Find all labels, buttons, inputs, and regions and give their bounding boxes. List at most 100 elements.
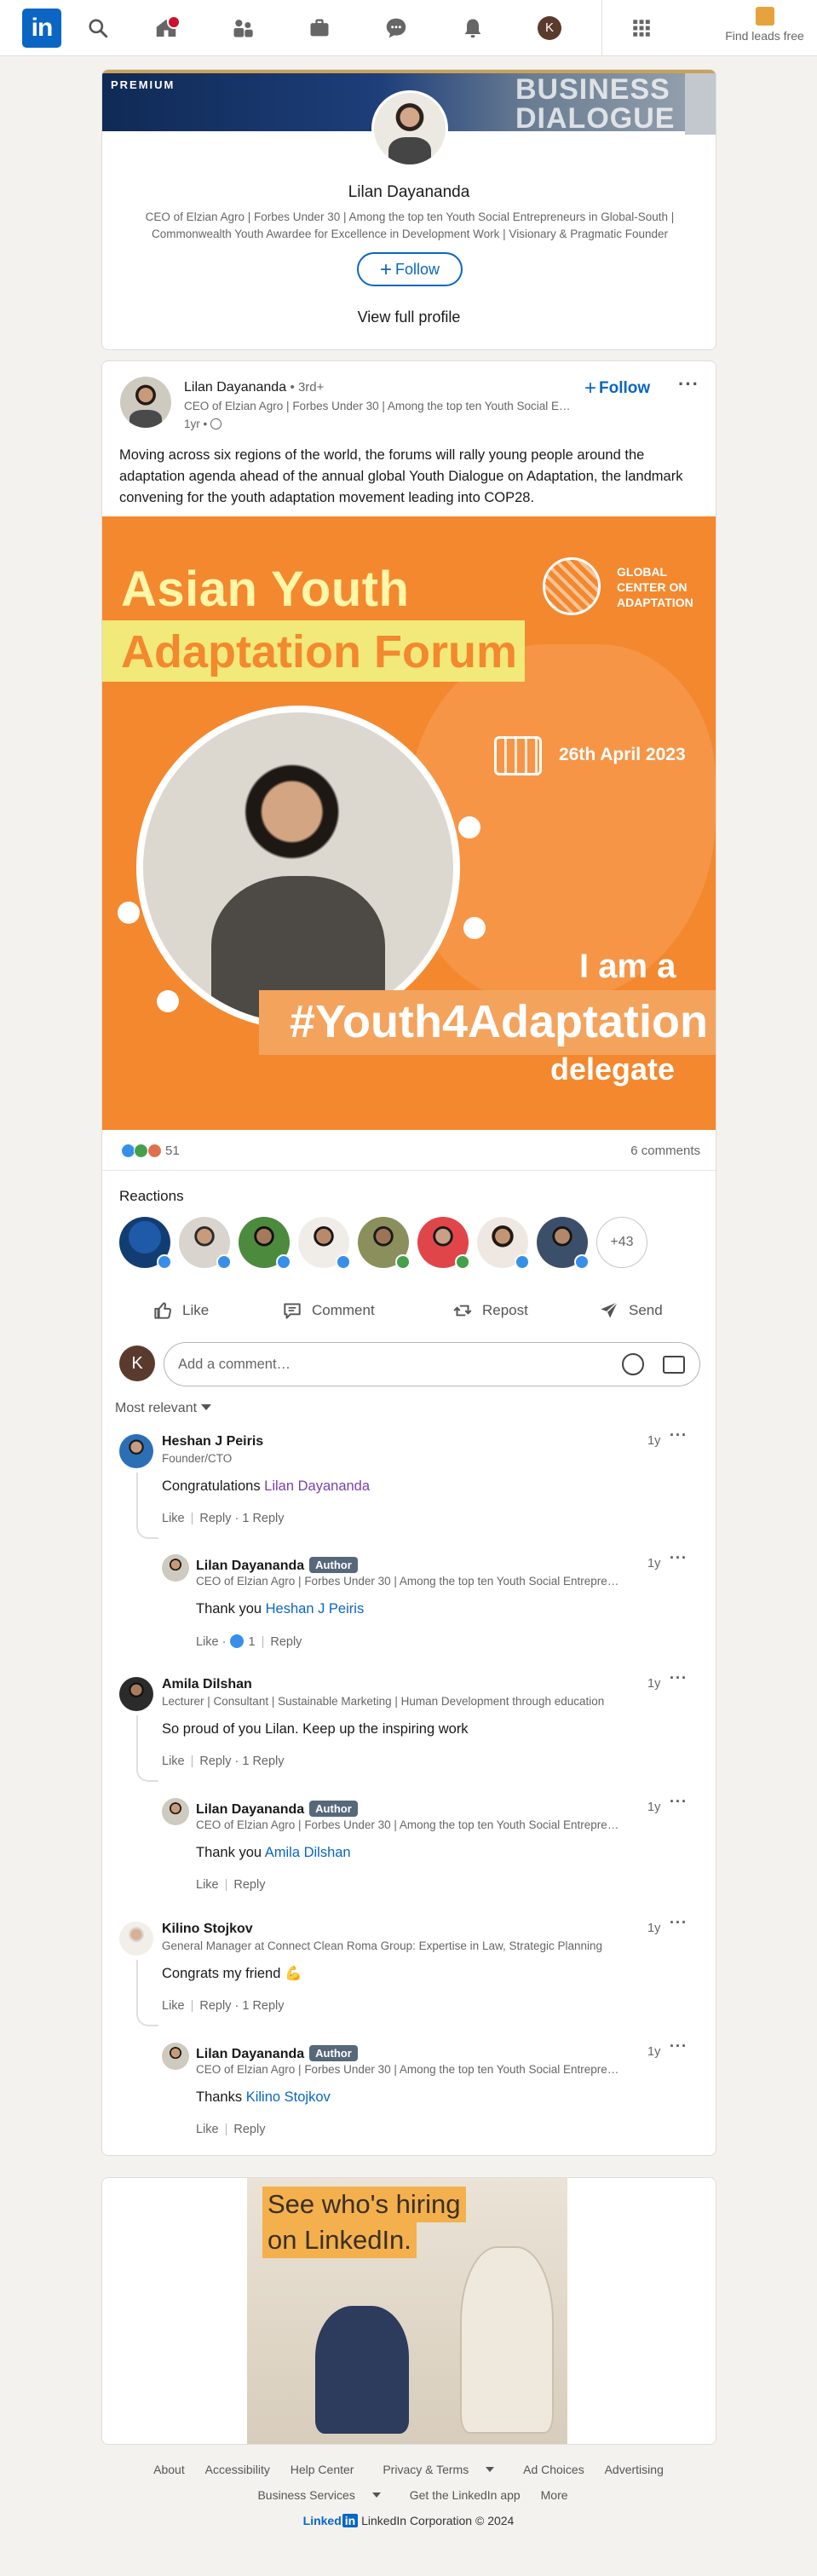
emoji-icon[interactable]	[622, 1353, 644, 1375]
reply-more-icon[interactable]: ···	[670, 1793, 688, 1811]
search-icon[interactable]	[83, 14, 112, 43]
comment-reply-button[interactable]: Reply	[199, 1999, 231, 2013]
footer-link-accessibility[interactable]: Accessibility	[205, 2463, 270, 2476]
sort-label: Most relevant	[115, 1401, 198, 1415]
home-icon[interactable]	[152, 14, 181, 43]
footer-link-ad-choices[interactable]: Ad Choices	[523, 2463, 584, 2476]
footer-link-about[interactable]: About	[153, 2463, 185, 2476]
post-author-avatar[interactable]	[120, 377, 171, 428]
send-button[interactable]: Send	[598, 1295, 663, 1326]
comment-more-icon[interactable]: ···	[670, 1669, 688, 1687]
comment-replies-count[interactable]: · 1 Reply	[235, 1512, 285, 1525]
comments-count[interactable]: 6 comments	[630, 1144, 700, 1158]
like-label: Like	[182, 1302, 210, 1318]
reply-like-button[interactable]: Like	[196, 1878, 219, 1892]
footer-link-help-center[interactable]: Help Center	[291, 2463, 354, 2476]
comment-replies-count[interactable]: · 1 Reply	[235, 1755, 285, 1768]
reply-mention[interactable]: Amila Dilshan	[265, 1845, 351, 1860]
post-follow-button[interactable]: + Follow	[584, 377, 650, 401]
reply-text-body: Thank you	[196, 1845, 265, 1860]
comment-reply-button[interactable]: Reply	[199, 1755, 231, 1768]
connection-degree: • 3rd+	[290, 380, 325, 395]
reply-author[interactable]: Lilan Dayananda Author	[196, 1557, 358, 1574]
ad-card: See who's hiring on LinkedIn.	[101, 2177, 716, 2445]
brand-word: Linked	[302, 2514, 342, 2527]
comment-like-button[interactable]: Like	[162, 1755, 185, 1768]
thumbs-up-icon	[154, 1302, 171, 1319]
reaction-icons[interactable]	[121, 1144, 162, 1162]
reply-mention[interactable]: Heshan J Peiris	[266, 1601, 365, 1616]
post-more-options-icon[interactable]: ···	[678, 373, 699, 395]
reaction-count[interactable]: 51	[165, 1144, 180, 1158]
post-author[interactable]: Lilan Dayananda • 3rd+	[184, 380, 324, 395]
comment-more-icon[interactable]: ···	[670, 1914, 688, 1932]
footer-link-advertising[interactable]: Advertising	[605, 2463, 664, 2476]
profile-name[interactable]: Lilan Dayananda	[102, 183, 716, 202]
comment-replies-count[interactable]: · 1 Reply	[235, 1999, 285, 2013]
comment-author-name[interactable]: Amila Dilshan	[162, 1677, 252, 1692]
repost-button[interactable]: Repost	[452, 1295, 528, 1326]
reply-reply-button[interactable]: Reply	[233, 1878, 265, 1892]
reply-avatar[interactable]	[162, 2043, 189, 2070]
reactor-avatar[interactable]	[477, 1217, 530, 1270]
apps-grid-icon[interactable]	[627, 14, 656, 43]
my-network-icon[interactable]	[228, 14, 257, 43]
comment-more-icon[interactable]: ···	[670, 1426, 688, 1444]
reactor-avatar[interactable]	[179, 1217, 232, 1270]
footer-link-more[interactable]: More	[541, 2488, 568, 2502]
view-full-profile-link[interactable]: View full profile	[102, 308, 716, 326]
profile-avatar[interactable]	[371, 90, 448, 167]
post-time-text: 1yr •	[184, 418, 208, 430]
reply-reply-button[interactable]: Reply	[270, 1635, 302, 1649]
reply-author-role: CEO of Elzian Agro | Forbes Under 30 | A…	[196, 1575, 622, 1588]
reactor-avatar[interactable]	[417, 1217, 470, 1270]
footer-link-get-app[interactable]: Get the LinkedIn app	[410, 2488, 521, 2502]
reactor-avatar[interactable]	[119, 1217, 172, 1270]
reactor-avatar[interactable]	[298, 1217, 351, 1270]
comment-author-name[interactable]: Heshan J Peiris	[162, 1434, 263, 1449]
comment-like-button[interactable]: Like	[162, 1512, 185, 1525]
reply-like-count[interactable]: 1	[249, 1635, 256, 1649]
like-button[interactable]: Like	[152, 1295, 209, 1326]
comment-mention[interactable]: Lilan Dayananda	[264, 1478, 370, 1494]
reply-like-button[interactable]: Like	[196, 2123, 219, 2136]
find-leads-link[interactable]: Find leads free	[716, 7, 814, 44]
footer-link-business-services[interactable]: Business Services	[249, 2488, 388, 2502]
comment-like-button[interactable]: Like	[162, 1999, 185, 2013]
reply-more-icon[interactable]: ···	[670, 1549, 688, 1567]
reply-reply-button[interactable]: Reply	[233, 2123, 265, 2136]
comment-author-role: Lecturer | Consultant | Sustainable Mark…	[162, 1695, 605, 1708]
globe-icon	[210, 418, 222, 429]
comment-button[interactable]: Comment	[281, 1295, 375, 1326]
reply-avatar[interactable]	[162, 1554, 189, 1582]
more-reactors-button[interactable]: +43	[596, 1217, 647, 1268]
linkedin-logo[interactable]: in	[22, 9, 61, 48]
profile-follow-button[interactable]: + Follow	[357, 252, 463, 286]
reactor-avatar[interactable]	[537, 1217, 590, 1270]
comment-reply-button[interactable]: Reply	[199, 1512, 231, 1525]
hiring-ad-image[interactable]: See who's hiring on LinkedIn.	[247, 2178, 567, 2444]
comment-avatar[interactable]	[119, 1434, 153, 1468]
reply-more-icon[interactable]: ···	[670, 2037, 688, 2055]
comment-avatar[interactable]	[119, 1922, 153, 1956]
add-image-icon[interactable]	[663, 1356, 685, 1374]
reply-author[interactable]: Lilan Dayananda Author	[196, 1801, 358, 1818]
reactor-avatar[interactable]	[358, 1217, 411, 1270]
footer-link-privacy-terms[interactable]: Privacy & Terms	[374, 2463, 503, 2476]
reply-mention[interactable]: Kilino Stojkov	[246, 2089, 331, 2105]
reply-like-button[interactable]: Like	[196, 1635, 219, 1649]
reply-author[interactable]: Lilan Dayananda Author	[196, 2045, 358, 2062]
comment-avatar[interactable]	[119, 1677, 153, 1711]
comment-author-name[interactable]: Kilino Stojkov	[162, 1922, 253, 1937]
me-avatar[interactable]: K	[535, 14, 564, 43]
notifications-bell-icon[interactable]	[458, 14, 487, 43]
reactor-avatar[interactable]	[239, 1217, 291, 1270]
post-image[interactable]: Asian Youth Adaptation Forum GLOBAL CENT…	[102, 516, 716, 1130]
reply-avatar[interactable]	[162, 1798, 189, 1825]
messaging-icon[interactable]	[382, 14, 411, 43]
add-comment-input[interactable]	[164, 1342, 700, 1386]
jobs-icon[interactable]	[305, 14, 334, 43]
sort-comments-dropdown[interactable]: Most relevant	[115, 1401, 212, 1416]
footer: About Accessibility Help Center Privacy …	[0, 2463, 817, 2527]
premium-label: PREMIUM	[111, 78, 175, 91]
